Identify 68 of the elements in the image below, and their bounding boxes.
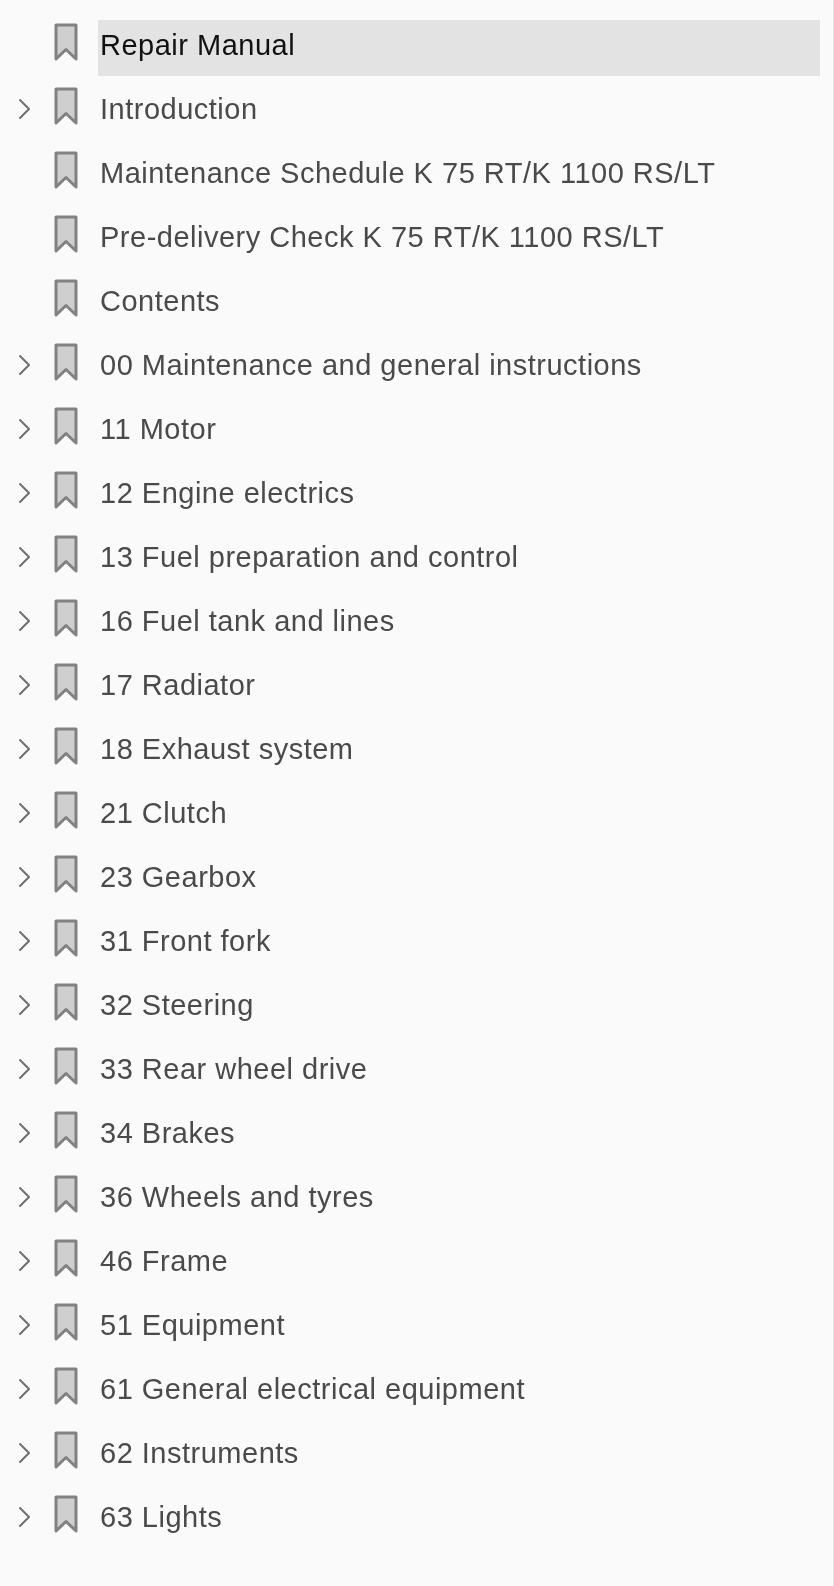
chevron-icon[interactable]: [18, 866, 31, 888]
bookmark-icon: [54, 791, 78, 829]
bookmark-item[interactable]: 32 Steering: [98, 980, 820, 1036]
chevron-icon[interactable]: [18, 546, 31, 568]
bookmark-item[interactable]: 46 Frame: [98, 1236, 820, 1292]
bookmark-icon: [54, 151, 78, 189]
bookmark-item[interactable]: 12 Engine electrics: [98, 468, 820, 524]
bookmark-icon: [54, 855, 78, 893]
chevron-icon[interactable]: [18, 994, 31, 1016]
bookmark-icon: [54, 663, 78, 701]
bookmark-item[interactable]: Introduction: [98, 84, 820, 140]
chevron-icon[interactable]: [18, 1442, 31, 1464]
bookmark-icon: [54, 1303, 78, 1341]
chevron-icon[interactable]: [18, 1506, 31, 1528]
bookmark-item[interactable]: 34 Brakes: [98, 1108, 820, 1164]
chevron-icon[interactable]: [18, 1314, 31, 1336]
bookmark-icon: [54, 23, 78, 61]
bookmark-icon: [54, 599, 78, 637]
bookmark-item[interactable]: 21 Clutch: [98, 788, 820, 844]
chevron-icon[interactable]: [18, 354, 31, 376]
chevron-icon[interactable]: [18, 1186, 31, 1208]
bookmark-icon: [54, 407, 78, 445]
bookmark-item[interactable]: Contents: [98, 276, 820, 332]
bookmark-item[interactable]: 33 Rear wheel drive: [98, 1044, 820, 1100]
bookmark-icon: [54, 215, 78, 253]
chevron-icon[interactable]: [18, 738, 31, 760]
bookmark-icon: [54, 343, 78, 381]
bookmark-item[interactable]: 62 Instruments: [98, 1428, 820, 1484]
chevron-icon[interactable]: [18, 802, 31, 824]
bookmark-icon: [54, 1239, 78, 1277]
bookmark-item[interactable]: 31 Front fork: [98, 916, 820, 972]
chevron-icon[interactable]: [18, 1058, 31, 1080]
chevron-icon[interactable]: [18, 674, 31, 696]
bookmark-item[interactable]: 13 Fuel preparation and control: [98, 532, 820, 588]
chevron-icon[interactable]: [18, 1122, 31, 1144]
bookmark-icon: [54, 983, 78, 1021]
chevron-icon[interactable]: [18, 930, 31, 952]
bookmark-item[interactable]: 16 Fuel tank and lines: [98, 596, 820, 652]
bookmark-icon: [54, 535, 78, 573]
chevron-icon[interactable]: [18, 98, 31, 120]
bookmark-item[interactable]: 18 Exhaust system: [98, 724, 820, 780]
bookmark-item[interactable]: 51 Equipment: [98, 1300, 820, 1356]
bookmark-icon: [54, 1175, 78, 1213]
bookmark-item[interactable]: Maintenance Schedule K 75 RT/K 1100 RS/LT: [98, 148, 820, 204]
bookmark-icon: [54, 1111, 78, 1149]
bookmark-icon: [54, 1495, 78, 1533]
bookmark-icon: [54, 87, 78, 125]
chevron-icon[interactable]: [18, 1250, 31, 1272]
chevron-icon[interactable]: [18, 610, 31, 632]
chevron-icon[interactable]: [18, 1378, 31, 1400]
bookmark-item[interactable]: 61 General electrical equipment: [98, 1364, 820, 1420]
bookmark-item[interactable]: 11 Motor: [98, 404, 820, 460]
bookmark-item[interactable]: 17 Radiator: [98, 660, 820, 716]
bookmark-icon: [54, 471, 78, 509]
bookmark-item[interactable]: Repair Manual: [98, 20, 820, 76]
chevron-icon[interactable]: [18, 482, 31, 504]
chevron-icon[interactable]: [18, 418, 31, 440]
bookmark-icon: [54, 1047, 78, 1085]
bookmark-item[interactable]: 63 Lights: [98, 1492, 820, 1548]
bookmark-icon: [54, 1367, 78, 1405]
bookmark-item[interactable]: 36 Wheels and tyres: [98, 1172, 820, 1228]
bookmark-icon: [54, 279, 78, 317]
bookmark-icon: [54, 919, 78, 957]
bookmark-item[interactable]: Pre-delivery Check K 75 RT/K 1100 RS/LT: [98, 212, 820, 268]
bookmark-icon: [54, 727, 78, 765]
bookmark-item[interactable]: 23 Gearbox: [98, 852, 820, 908]
bookmark-icon: [54, 1431, 78, 1469]
bookmark-item[interactable]: 00 Maintenance and general instructions: [98, 340, 820, 396]
